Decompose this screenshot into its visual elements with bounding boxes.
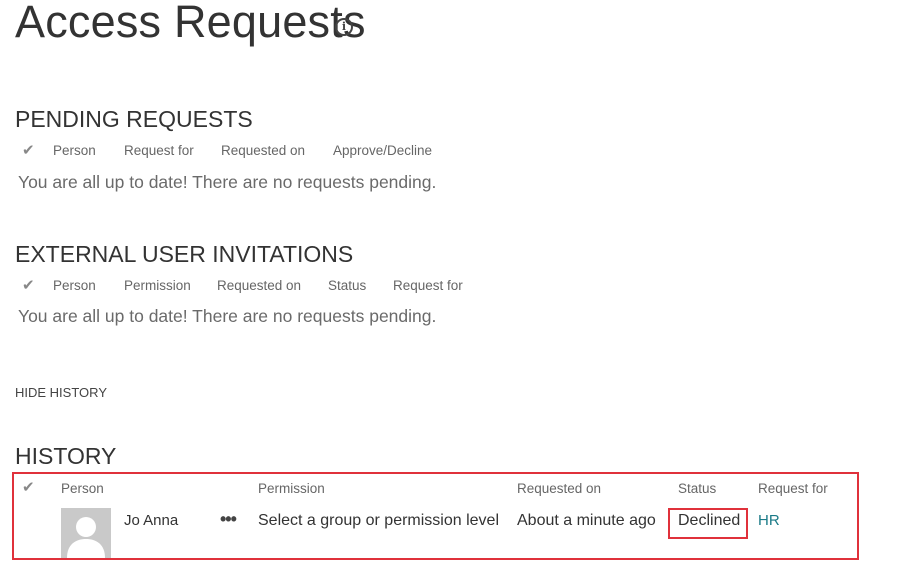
- history-requested-on: About a minute ago: [517, 512, 656, 529]
- pending-col-person[interactable]: Person: [53, 143, 96, 158]
- pending-col-requested-on[interactable]: Requested on: [221, 143, 305, 158]
- select-all-check-icon[interactable]: ✔: [22, 478, 35, 496]
- pending-col-request-for[interactable]: Request for: [124, 143, 194, 158]
- hide-history-link[interactable]: HIDE HISTORY: [15, 385, 107, 400]
- external-col-permission[interactable]: Permission: [124, 278, 191, 293]
- page-title: Access Requests: [15, 0, 366, 47]
- external-col-person[interactable]: Person: [53, 278, 96, 293]
- external-empty-message: You are all up to date! There are no req…: [18, 306, 437, 326]
- pending-requests-title: PENDING REQUESTS: [15, 106, 253, 132]
- person-placeholder-icon: [61, 508, 111, 558]
- external-col-status[interactable]: Status: [328, 278, 366, 293]
- history-col-request-for[interactable]: Request for: [758, 481, 828, 496]
- history-request-for-link[interactable]: HR: [758, 512, 780, 529]
- history-title: HISTORY: [15, 443, 117, 469]
- history-col-permission[interactable]: Permission: [258, 481, 325, 496]
- select-all-check-icon[interactable]: ✔: [22, 276, 35, 294]
- status-highlight-box: [668, 508, 748, 539]
- select-all-check-icon[interactable]: ✔: [22, 141, 35, 159]
- history-col-person[interactable]: Person: [61, 481, 104, 496]
- external-col-requested-on[interactable]: Requested on: [217, 278, 301, 293]
- external-invitations-title: EXTERNAL USER INVITATIONS: [15, 241, 354, 267]
- external-col-request-for[interactable]: Request for: [393, 278, 463, 293]
- more-options-icon[interactable]: •••: [220, 509, 237, 530]
- avatar[interactable]: [61, 508, 111, 558]
- pending-empty-message: You are all up to date! There are no req…: [18, 172, 437, 192]
- info-icon[interactable]: i: [335, 18, 353, 36]
- history-permission: Select a group or permission level: [258, 512, 500, 529]
- history-person-name[interactable]: Jo Anna: [124, 512, 178, 529]
- history-col-status[interactable]: Status: [678, 481, 716, 496]
- pending-col-approve-decline[interactable]: Approve/Decline: [333, 143, 432, 158]
- history-col-requested-on[interactable]: Requested on: [517, 481, 601, 496]
